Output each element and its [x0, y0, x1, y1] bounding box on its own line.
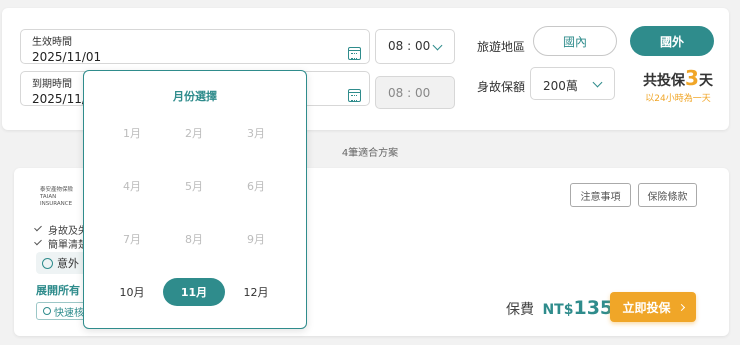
- feature-item: 簡單清楚: [36, 236, 88, 251]
- start-date-value: 2025/11/01: [32, 50, 102, 64]
- total-prefix: 共投保: [643, 73, 686, 89]
- end-date-label: 到期時間: [32, 79, 72, 90]
- month-option: 4月: [123, 180, 141, 193]
- calendar-icon[interactable]: [348, 47, 361, 60]
- month-option: 5月: [185, 180, 203, 193]
- month-option: 2月: [185, 127, 203, 140]
- premium: 保費 NT$135: [506, 297, 613, 319]
- feature-item: 身故及失: [36, 222, 88, 237]
- chevron-right-icon: [677, 303, 685, 311]
- start-date-field[interactable]: 生效時間 2025/11/01: [20, 29, 370, 64]
- total-suffix: 天: [698, 73, 713, 89]
- calendar-icon[interactable]: [348, 89, 361, 102]
- buy-now-label: 立即投保: [622, 300, 671, 315]
- end-time-display: 08 : 00: [375, 76, 455, 109]
- start-time-value: 08 : 00: [388, 39, 431, 53]
- month-option: 8月: [185, 233, 203, 246]
- total-note: 以24小時為一天: [645, 94, 711, 104]
- start-time-select[interactable]: 08 : 00: [375, 29, 455, 64]
- end-time-value: 08 : 00: [388, 86, 431, 100]
- coverage-value: 200萬: [543, 79, 578, 93]
- region-overseas-button[interactable]: 國外: [630, 26, 714, 56]
- month-option[interactable]: 11月: [163, 278, 225, 306]
- buy-now-button[interactable]: 立即投保: [610, 292, 696, 322]
- start-date-label: 生效時間: [32, 37, 72, 48]
- region-label: 旅遊地區: [477, 40, 526, 54]
- premium-label: 保費: [506, 302, 534, 318]
- month-option[interactable]: 12月: [225, 278, 287, 306]
- month-picker: 月份選擇 1月 2月 3月 4月 5月 6月 7月 8月 9月 10月 11月 12月: [83, 70, 307, 329]
- region-domestic-label: 國內: [562, 34, 587, 49]
- plan-tag-label: 意外: [57, 257, 79, 270]
- chevron-down-icon: [592, 77, 603, 88]
- month-picker-title: 月份選擇: [173, 90, 217, 103]
- notice-button[interactable]: 注意事項: [570, 183, 631, 207]
- month-option[interactable]: 10月: [101, 278, 163, 306]
- expand-link[interactable]: 展開所有: [36, 282, 80, 298]
- chevron-down-icon: [432, 40, 443, 51]
- plan-tag: 意外: [36, 252, 87, 274]
- quick-check-label: 快速核: [54, 307, 84, 319]
- month-option: 1月: [123, 127, 141, 140]
- month-option: 6月: [247, 180, 265, 193]
- total-days: 共投保3天 以24小時為一天: [638, 66, 718, 104]
- plan-tag-icon: [42, 257, 53, 269]
- insurer-logo: 泰安產物保險 TAIAN INSURANCE: [40, 187, 74, 207]
- month-option: 7月: [123, 233, 141, 246]
- coverage-select[interactable]: 200萬: [530, 67, 615, 100]
- coverage-label: 身故保額: [477, 80, 526, 94]
- region-overseas-label: 國外: [659, 34, 684, 49]
- premium-amount: NT$135: [542, 297, 614, 319]
- total-days-number: 3: [685, 66, 699, 90]
- month-option: 9月: [247, 233, 265, 246]
- search-icon: [43, 307, 51, 315]
- terms-button[interactable]: 保險條款: [638, 183, 697, 207]
- region-domestic-button[interactable]: 國內: [533, 26, 617, 56]
- month-option: 3月: [247, 127, 265, 140]
